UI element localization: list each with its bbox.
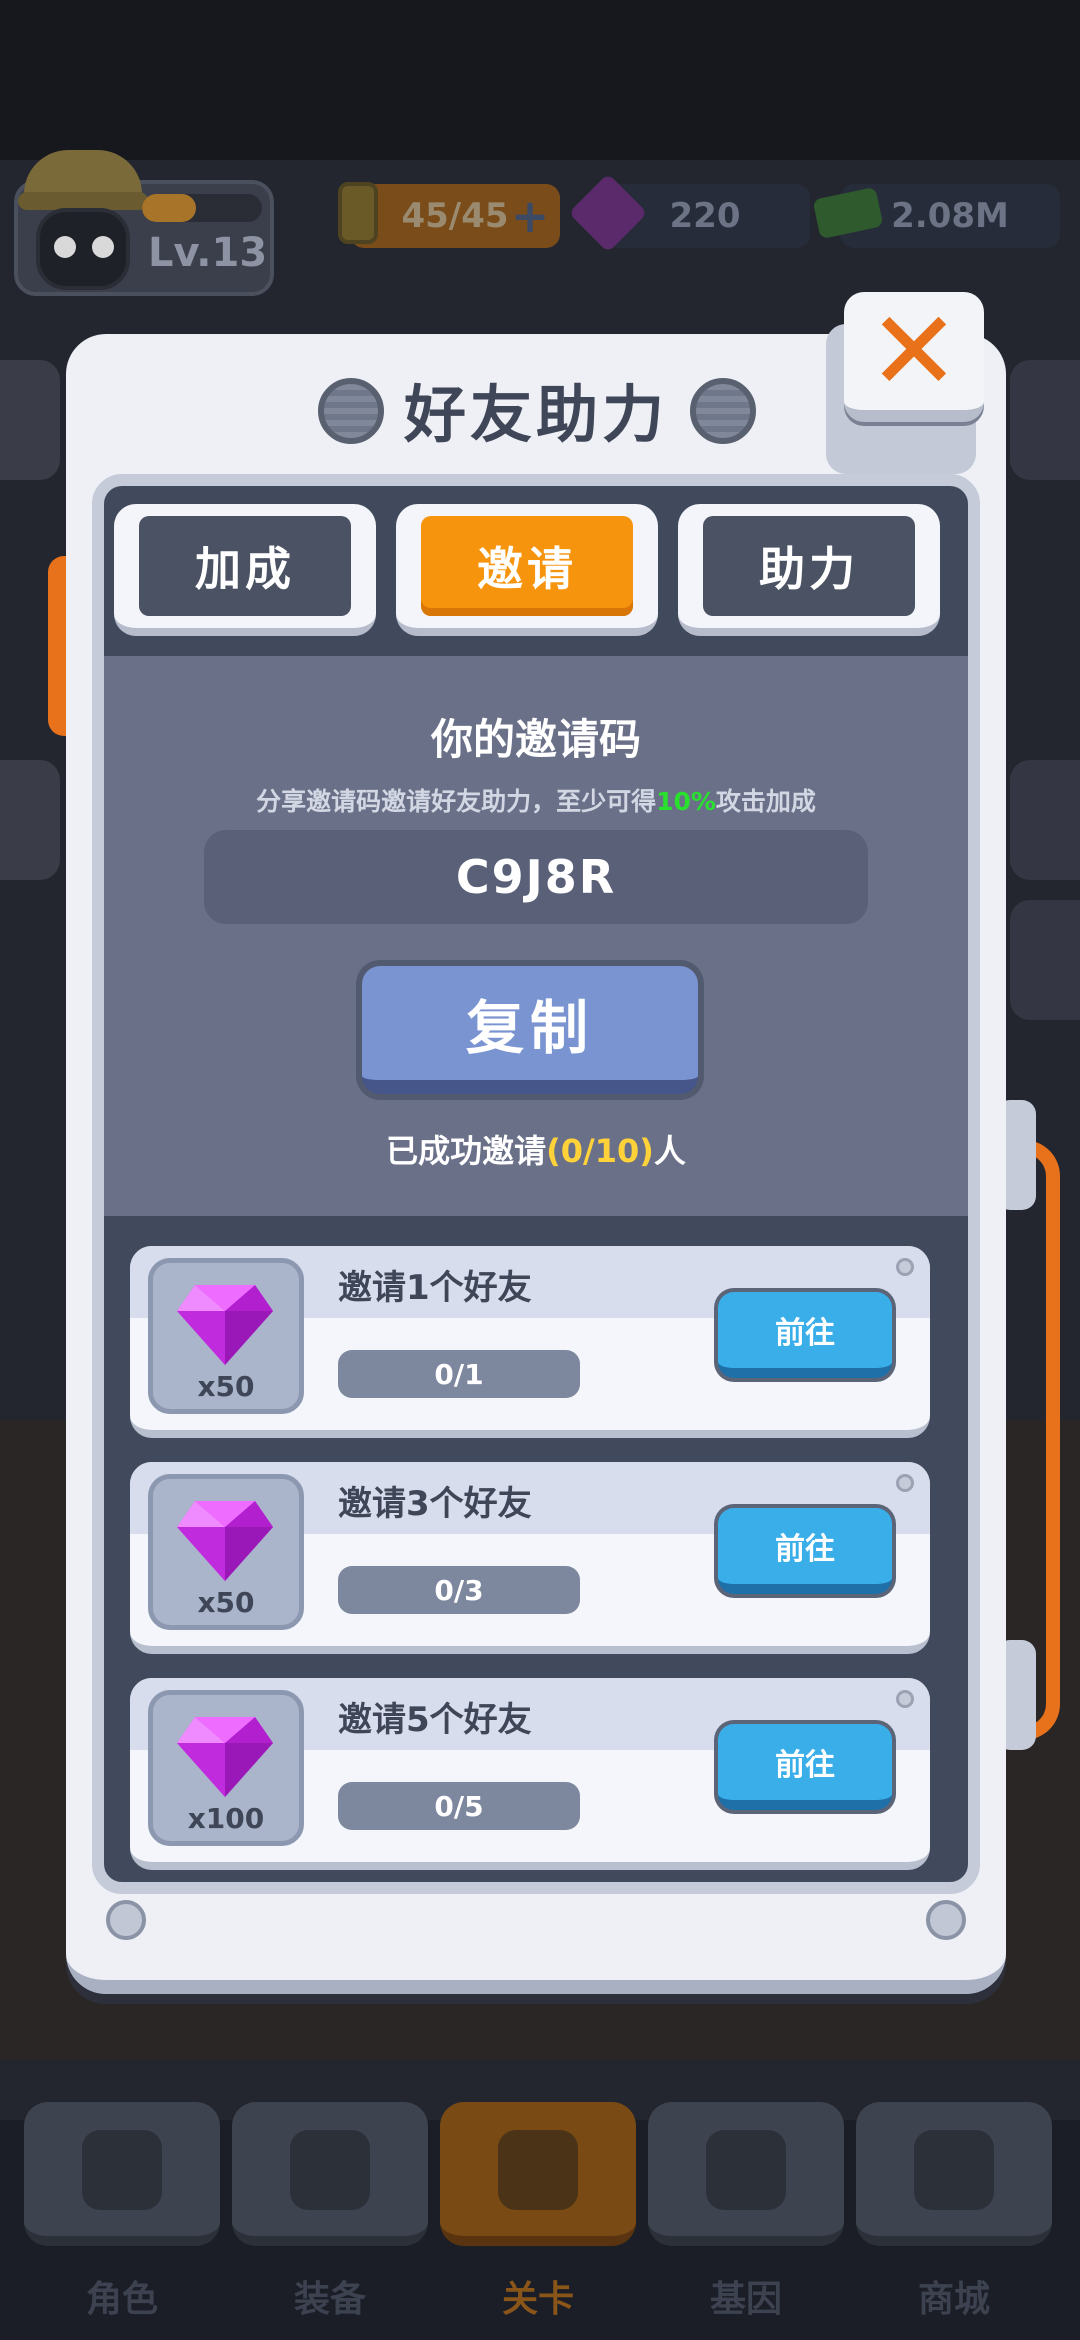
avatar[interactable]: [18, 150, 148, 300]
plus-icon[interactable]: +: [510, 193, 550, 239]
nav-item-equipment[interactable]: [232, 2102, 428, 2246]
invite-code-field[interactable]: C9J8R: [204, 830, 868, 924]
cash-counter[interactable]: 2.08M: [812, 184, 1060, 248]
gem-icon: [177, 1501, 273, 1581]
side-button-left[interactable]: [0, 760, 60, 880]
nav-label: 基因: [709, 2279, 782, 2320]
progress-text: 0/3: [434, 1573, 484, 1607]
invite-count: 已成功邀请(0/10)人: [386, 1132, 686, 1170]
card-dot: [896, 1690, 914, 1708]
invite-code-value: C9J8R: [455, 850, 617, 904]
friend-assist-modal: 好友助力 加成 邀请 助力 你的邀请码 分享邀请码邀请好友助力，至少可得10%攻…: [66, 324, 1006, 1994]
reward-progress-bar: 0/1: [338, 1350, 580, 1398]
tab-assist[interactable]: 助力: [678, 504, 940, 636]
card-dot: [896, 1474, 914, 1492]
go-button[interactable]: 前往: [718, 1508, 892, 1594]
energy-value: 45/45: [401, 196, 509, 236]
card-dot: [896, 1258, 914, 1276]
reward-card: x100 邀请5个好友 0/5 前往: [130, 1678, 930, 1870]
player-card[interactable]: Lv.13: [14, 150, 274, 296]
progress-text: 0/5: [434, 1789, 484, 1823]
invite-section: 你的邀请码 分享邀请码邀请好友助力，至少可得10%攻击加成 C9J8R 复制 已…: [104, 656, 968, 1216]
tab-row: 加成 邀请 助力: [104, 486, 968, 656]
skull-icon: [82, 2130, 162, 2210]
bolt: [106, 1900, 146, 1940]
reward-title: 邀请3个好友: [338, 1484, 532, 1524]
map-pin-icon: [498, 2130, 578, 2210]
reward-quantity: x50: [197, 1370, 255, 1403]
tab-label: 助力: [703, 516, 915, 616]
top-hud: Lv.13 45/45 + 220 2.08M: [0, 150, 1080, 310]
level-label: Lv.13: [148, 230, 268, 276]
nav-label: 装备: [293, 2279, 366, 2320]
gem-icon: [177, 1717, 273, 1797]
nav-label: 关卡: [501, 2279, 574, 2320]
progress-text: 0/1: [434, 1357, 484, 1391]
invite-description: 分享邀请码邀请好友助力，至少可得10%攻击加成: [256, 787, 816, 816]
skull-face-icon: [36, 208, 130, 290]
nav-item-shop[interactable]: [856, 2102, 1052, 2246]
gem-counter[interactable]: 220: [568, 173, 810, 253]
gem-icon: [568, 173, 648, 253]
bolt: [926, 1900, 966, 1940]
tab-invite[interactable]: 邀请: [396, 504, 658, 636]
close-button[interactable]: ✕: [844, 292, 984, 422]
nav-label: 商城: [917, 2279, 990, 2320]
reward-progress-bar: 0/5: [338, 1782, 580, 1830]
side-button-left[interactable]: [0, 360, 60, 480]
reward-icon-box: x50: [148, 1474, 304, 1630]
bottom-nav: 角色 装备 关卡 基因 商城: [0, 2090, 1080, 2340]
nav-item-stage[interactable]: [440, 2102, 636, 2246]
side-button-right[interactable]: [1010, 360, 1080, 480]
shop-icon: [914, 2130, 994, 2210]
tab-label: 加成: [139, 516, 351, 616]
go-button[interactable]: 前往: [718, 1724, 892, 1810]
battery-icon: [326, 178, 390, 248]
cash-value: 2.08M: [891, 196, 1009, 236]
side-button-right[interactable]: [1010, 900, 1080, 1020]
go-button[interactable]: 前往: [718, 1292, 892, 1378]
side-button-right[interactable]: [1010, 760, 1080, 880]
copy-button[interactable]: 复制: [362, 966, 698, 1094]
close-icon: ✕: [867, 287, 961, 415]
reward-title: 邀请1个好友: [338, 1268, 532, 1308]
nav-item-gene[interactable]: [648, 2102, 844, 2246]
reward-icon-box: x100: [148, 1690, 304, 1846]
reward-icon-box: x50: [148, 1258, 304, 1414]
level-progress-bar: [142, 194, 262, 222]
nav-item-character[interactable]: [24, 2102, 220, 2246]
hexagon-icon: [706, 2130, 786, 2210]
background-top: [0, 0, 1080, 160]
reward-quantity: x100: [187, 1802, 265, 1835]
gem-icon: [177, 1285, 273, 1365]
reward-card: x50 邀请1个好友 0/1 前往: [130, 1246, 930, 1438]
invite-code-title: 你的邀请码: [430, 715, 641, 764]
tab-label: 邀请: [421, 516, 633, 616]
reward-quantity: x50: [197, 1586, 255, 1619]
gem-value: 220: [669, 196, 741, 236]
level-progress-fill: [142, 194, 196, 222]
inner-panel: 加成 邀请 助力 你的邀请码 分享邀请码邀请好友助力，至少可得10%攻击加成 C…: [92, 474, 980, 1894]
reward-progress-bar: 0/3: [338, 1566, 580, 1614]
cash-icon: [812, 178, 884, 248]
reward-title: 邀请5个好友: [338, 1700, 532, 1740]
reward-card: x50 邀请3个好友 0/3 前往: [130, 1462, 930, 1654]
gun-icon: [290, 2130, 370, 2210]
tab-bonus[interactable]: 加成: [114, 504, 376, 636]
nav-label: 角色: [85, 2279, 158, 2320]
